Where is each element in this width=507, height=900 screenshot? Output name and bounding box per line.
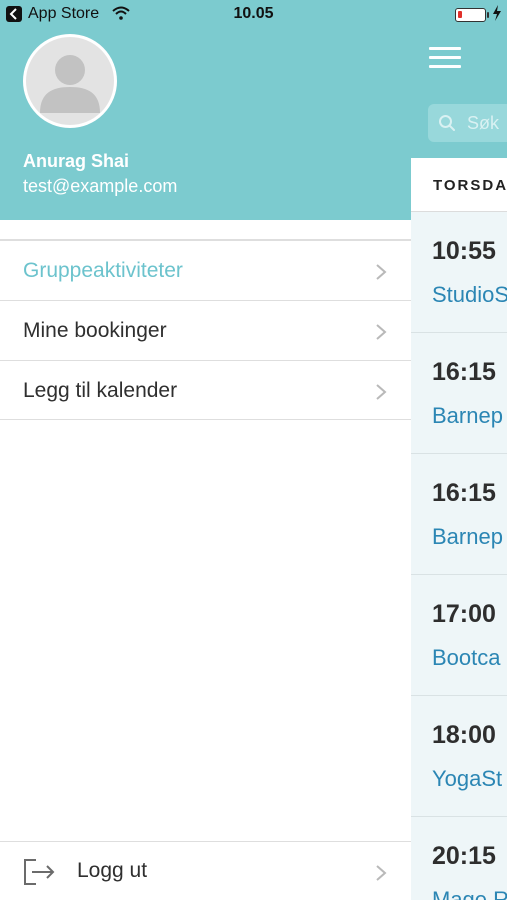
chevron-right-icon <box>376 865 387 881</box>
menu-item-gruppeaktiviteter[interactable]: Gruppeaktiviteter <box>0 240 411 300</box>
user-name: Anurag Shai <box>23 151 130 171</box>
clock: 10.05 <box>233 5 274 22</box>
activity-item[interactable]: 16:15 Barnep <box>411 454 507 575</box>
drawer-menu: Gruppeaktiviteter Mine bookinger Legg ti… <box>0 240 411 420</box>
activity-item[interactable]: 20:15 Mage R <box>411 817 507 900</box>
menu-item-label: Gruppeaktiviteter <box>23 259 183 282</box>
logout-label: Logg ut <box>77 859 148 882</box>
battery-icon <box>455 8 489 22</box>
activity-list: 10:55 StudioS 16:15 Barnep 16:15 Barnep … <box>411 212 507 900</box>
logout-button[interactable]: Logg ut <box>0 841 411 900</box>
menu-item-label: Mine bookinger <box>23 319 167 342</box>
activity-name[interactable]: Barnep <box>432 403 503 429</box>
day-label: TORSDA <box>433 177 507 194</box>
activity-item[interactable]: 18:00 YogaSt <box>411 696 507 817</box>
menu-item-label: Legg til kalender <box>23 379 178 402</box>
activity-name[interactable]: Mage R <box>432 887 507 900</box>
activity-name[interactable]: Bootca <box>432 645 501 671</box>
chevron-right-icon <box>376 264 387 280</box>
charging-bolt-icon <box>493 5 501 21</box>
activity-item[interactable]: 10:55 StudioS <box>411 212 507 333</box>
activity-time: 16:15 <box>432 479 496 507</box>
activity-time: 20:15 <box>432 842 496 870</box>
search-icon <box>439 115 455 131</box>
activity-item[interactable]: 16:15 Barnep <box>411 333 507 454</box>
menu-item-legg-til-kalender[interactable]: Legg til kalender <box>0 360 411 420</box>
drawer-header: Anurag Shai test@example.com <box>0 0 411 220</box>
chevron-right-icon <box>376 384 387 400</box>
activity-name[interactable]: Barnep <box>432 524 503 550</box>
activity-time: 10:55 <box>432 237 496 265</box>
activity-name[interactable]: YogaSt <box>432 766 502 792</box>
day-header: TORSDA <box>411 158 507 212</box>
activity-time: 16:15 <box>432 358 496 386</box>
activity-time: 17:00 <box>432 600 496 628</box>
search-placeholder: Søk <box>467 113 500 133</box>
hamburger-icon[interactable] <box>429 47 461 69</box>
search-input[interactable]: Søk <box>428 104 507 142</box>
chevron-right-icon <box>376 324 387 340</box>
battery-level <box>458 11 462 18</box>
background-activity-list-page: Søk TORSDA 10:55 StudioS 16:15 Barnep 16… <box>411 0 507 900</box>
activity-time: 18:00 <box>432 721 496 749</box>
activity-item[interactable]: 17:00 Bootca <box>411 575 507 696</box>
side-drawer: Anurag Shai test@example.com Gruppeaktiv… <box>0 0 411 900</box>
person-avatar-icon <box>23 34 117 128</box>
user-email: test@example.com <box>23 176 178 196</box>
menu-item-mine-bookinger[interactable]: Mine bookinger <box>0 300 411 360</box>
status-bar: App Store 10.05 <box>0 0 507 30</box>
activity-name[interactable]: StudioS <box>432 282 507 308</box>
logout-icon <box>24 859 55 885</box>
